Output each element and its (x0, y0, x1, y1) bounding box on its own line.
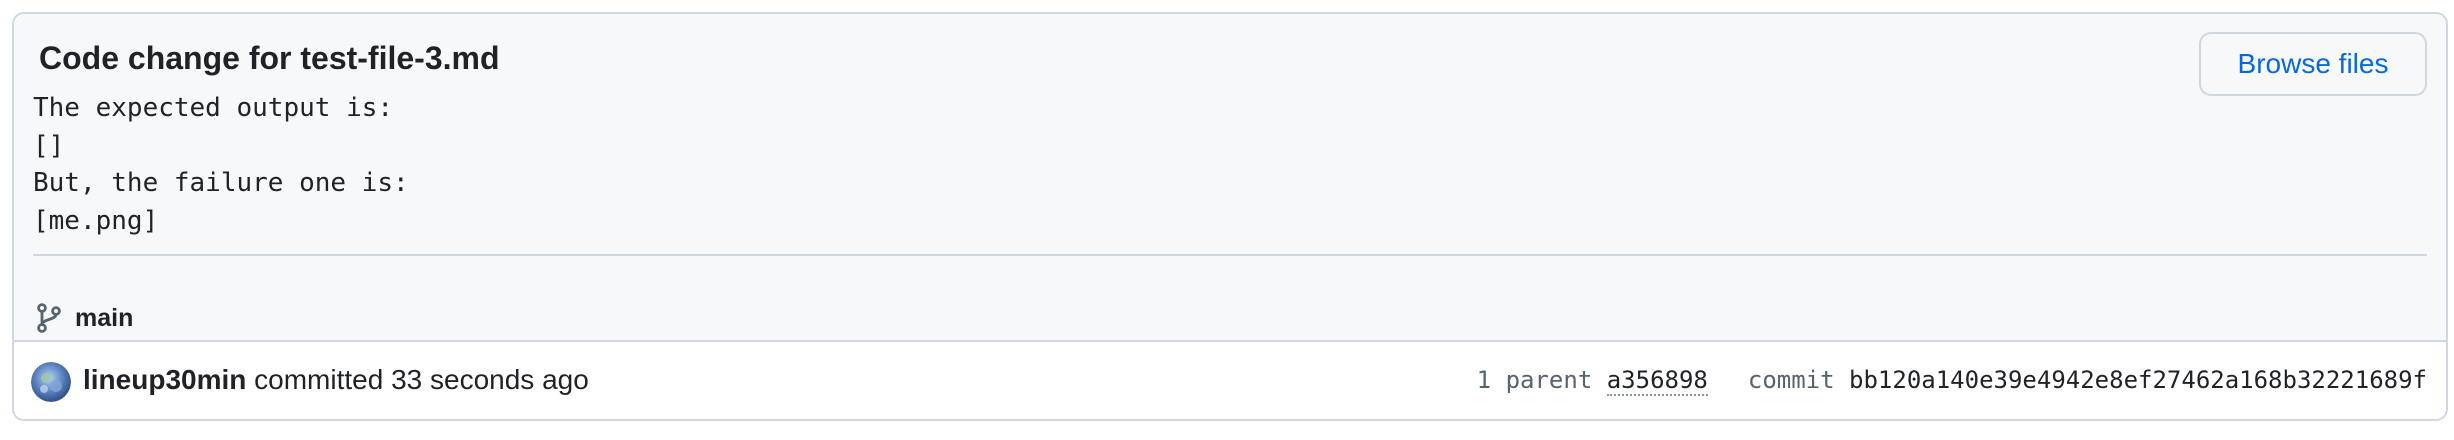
parent-count: 1 parent (1476, 366, 1593, 394)
author-link[interactable]: lineup30min (83, 364, 246, 395)
commit-label: commit (1747, 366, 1835, 394)
commit-description-line: [] (33, 130, 65, 161)
parent-sha-link[interactable]: a356898 (1606, 366, 1708, 396)
commit-box: Code change for test-file-3.md Browse fi… (12, 12, 2448, 421)
commit-meta: lineup30min committed 33 seconds ago 1 p… (14, 342, 2446, 419)
avatar[interactable] (31, 362, 71, 402)
browse-files-button[interactable]: Browse files (2199, 32, 2427, 96)
commit-description: The expected output is: [] But, the fail… (33, 90, 409, 240)
author-line: lineup30min committed 33 seconds ago (83, 360, 589, 400)
commit-description-line: But, the failure one is: (33, 168, 409, 198)
commit-sha-info: 1 parent a356898 commit bb120a140e39e4942… (1477, 360, 2427, 400)
divider (33, 254, 2427, 256)
branch-name: main (75, 303, 134, 332)
git-branch-icon (35, 302, 63, 334)
commit-time: 33 seconds ago (391, 364, 589, 395)
commit-sha: bb120a140e39e4942e8ef27462a168b32221689f (1849, 366, 2427, 394)
commit-title: Code change for test-file-3.md (39, 40, 500, 76)
commit-description-line: [me.png] (33, 205, 159, 236)
author-action: committed (254, 364, 384, 395)
commit-description-line: The expected output is: (33, 93, 394, 123)
commit-header: Code change for test-file-3.md Browse fi… (14, 14, 2446, 342)
branch-link[interactable]: main (33, 298, 133, 338)
